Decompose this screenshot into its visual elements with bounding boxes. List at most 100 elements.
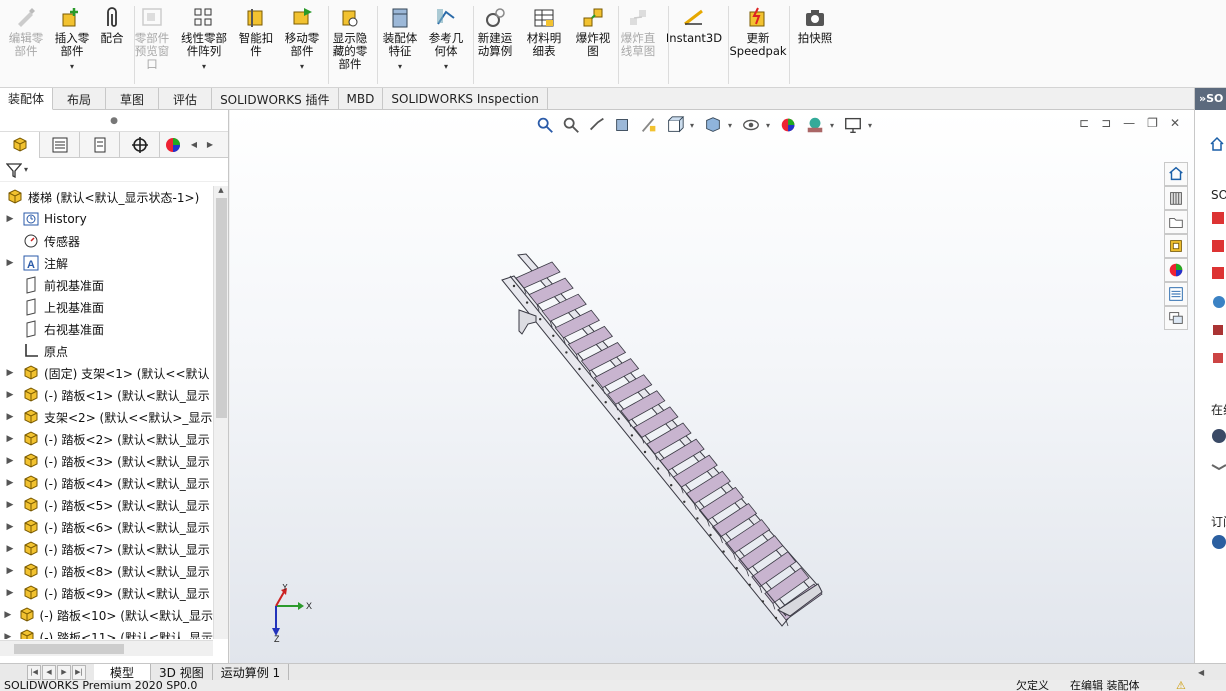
task-pane-scroll[interactable]: ◀ — [1194, 663, 1226, 680]
expand-arrow-icon[interactable]: ▶ — [4, 588, 16, 598]
resource-6-icon[interactable] — [1211, 350, 1226, 366]
ribbon-button-speedpak[interactable]: 更新 Speedpak — [729, 6, 787, 86]
tree-item[interactable]: 传感器 — [0, 230, 213, 252]
tree-horizontal-scrollbar[interactable] — [0, 640, 213, 656]
ribbon-button-show-hidden[interactable]: 显示隐 藏的零 部件 — [322, 6, 378, 86]
panel-grip[interactable]: ● — [0, 110, 228, 132]
scroll-up-icon[interactable]: ▲ — [214, 186, 228, 194]
design-library-button[interactable] — [1164, 186, 1188, 210]
tree-item[interactable]: ▶ (-) 踏板<6> (默认<默认_显示 — [0, 516, 213, 538]
tab-6[interactable]: SOLIDWORKS Inspection — [383, 88, 548, 110]
tree-item[interactable]: ▶ (-) 踏板<8> (默认<默认_显示 — [0, 560, 213, 582]
ribbon-button-bom[interactable]: 材料明 细表 — [516, 6, 572, 86]
expand-arrow-icon[interactable]: ▶ — [4, 478, 16, 488]
expand-arrow-icon[interactable]: ▶ — [4, 610, 12, 620]
tree-item[interactable]: ▶ (-) 踏板<3> (默认<默认_显示 — [0, 450, 213, 472]
resource-2-icon[interactable] — [1211, 238, 1226, 254]
tree-item[interactable]: 上视基准面 — [0, 296, 213, 318]
subscription-globe-icon[interactable] — [1211, 534, 1226, 550]
ribbon-button-camera[interactable]: 拍快照 — [787, 6, 843, 86]
tab-3[interactable]: 评估 — [159, 88, 213, 110]
bottom-tab-0[interactable]: 模型 — [94, 663, 152, 681]
expand-arrow-icon[interactable]: ▶ — [4, 390, 16, 400]
bottom-tab-1[interactable]: 3D 视图 — [151, 663, 213, 681]
tree-item[interactable]: ▶ (-) 踏板<10> (默认<默认_显示 — [0, 604, 213, 626]
ribbon-button-component-preview[interactable]: 零部件 预览窗 口 — [124, 6, 180, 86]
expand-arrow-icon[interactable]: ▶ — [4, 368, 16, 378]
dropdown-arrow-icon[interactable]: ▾ — [398, 60, 402, 73]
dropdown-arrow-icon[interactable]: ▾ — [444, 60, 448, 73]
file-explorer-button[interactable] — [1164, 210, 1188, 234]
feature-manager-tab[interactable] — [0, 132, 40, 158]
ribbon-button-linear-pattern[interactable]: 线性零部 件阵列 ▾ — [176, 6, 232, 86]
tree-item[interactable]: ▶ (-) 踏板<5> (默认<默认_显示 — [0, 494, 213, 516]
next-tab-icon[interactable]: ▶ — [57, 664, 71, 680]
tree-item[interactable]: ▶ History — [0, 208, 213, 230]
tree-filter[interactable]: ▾ — [0, 158, 228, 182]
tree-item[interactable]: 前视基准面 — [0, 274, 213, 296]
tab-1[interactable]: 布局 — [53, 88, 107, 110]
appearances-button[interactable] — [1164, 258, 1188, 282]
tree-item[interactable]: 右视基准面 — [0, 318, 213, 340]
ribbon-button-instant3d[interactable]: Instant3D — [666, 6, 722, 86]
bottom-tab-2[interactable]: 运动算例 1 — [213, 663, 290, 681]
tree-item[interactable]: ▶ (固定) 支架<1> (默认<<默认 — [0, 362, 213, 384]
tab-5[interactable]: MBD — [339, 88, 384, 110]
tree-vertical-scrollbar[interactable]: ▲ — [213, 186, 228, 639]
tree-item[interactable]: ▶ (-) 踏板<7> (默认<默认_显示 — [0, 538, 213, 560]
tree-root[interactable]: 楼梯 (默认<默认_显示状态-1>) — [0, 186, 213, 208]
tab-2[interactable]: 草图 — [106, 88, 160, 110]
dropdown-arrow-icon[interactable]: ▾ — [300, 60, 304, 73]
prev-tab-icon[interactable]: ◀ — [42, 664, 56, 680]
forum-button[interactable] — [1164, 306, 1188, 330]
first-tab-icon[interactable]: |◀ — [27, 664, 41, 680]
expand-arrow-icon[interactable]: ▶ — [4, 522, 16, 532]
scroll-thumb[interactable] — [216, 198, 227, 418]
tree-item[interactable]: ▶ A 注解 — [0, 252, 213, 274]
resource-5-icon[interactable] — [1211, 322, 1226, 338]
tab-4[interactable]: SOLIDWORKS 插件 — [212, 88, 339, 110]
expand-arrow-icon[interactable]: ▶ — [4, 434, 16, 444]
tree-item[interactable]: ▶ 支架<2> (默认<<默认>_显示 — [0, 406, 213, 428]
tree-item[interactable]: ▶ (-) 踏板<11> (默认<默认_显示 — [0, 626, 213, 639]
tree-item[interactable]: ▶ (-) 踏板<4> (默认<默认_显示 — [0, 472, 213, 494]
resource-3-icon[interactable] — [1211, 265, 1226, 281]
expand-arrow-icon[interactable]: ▶ — [4, 456, 16, 466]
configuration-manager-tab[interactable] — [80, 132, 120, 158]
tree-item[interactable]: ▶ (-) 踏板<1> (默认<默认_显示 — [0, 384, 213, 406]
ribbon-button-new-motion-study[interactable]: 新建运 动算例 — [467, 6, 523, 86]
tree-item[interactable]: ▶ (-) 踏板<9> (默认<默认_显示 — [0, 582, 213, 604]
h-scroll-thumb[interactable] — [14, 644, 124, 654]
task-pane-header[interactable]: »SO — [1195, 88, 1226, 110]
expand-arrow-icon[interactable]: ▶ — [4, 544, 16, 554]
resource-1-icon[interactable] — [1211, 210, 1226, 226]
expand-arrow-icon[interactable]: ▶ — [4, 632, 12, 639]
dropdown-arrow-icon[interactable]: ▾ — [202, 60, 206, 73]
tree-item[interactable]: ▶ (-) 踏板<2> (默认<默认_显示 — [0, 428, 213, 450]
expand-arrow-icon[interactable]: ▶ — [4, 412, 16, 422]
last-tab-icon[interactable]: ▶| — [72, 664, 86, 680]
expand-arrow-icon[interactable]: ▶ — [4, 258, 16, 268]
view-palette-button[interactable] — [1164, 234, 1188, 258]
ribbon-button-reference-geometry[interactable]: 参考几 何体 ▾ — [418, 6, 474, 86]
online-globe-icon[interactable] — [1211, 428, 1226, 444]
resource-4-icon[interactable] — [1211, 294, 1226, 310]
display-manager-tab[interactable] — [160, 132, 186, 158]
tab-scroll-right-icon[interactable]: ▶ — [202, 132, 218, 157]
handshake-icon[interactable] — [1211, 458, 1226, 474]
expand-arrow-icon[interactable]: ▶ — [4, 214, 16, 224]
home-icon[interactable] — [1209, 136, 1225, 152]
staircase-model[interactable] — [230, 110, 1194, 663]
dimxpert-tab[interactable] — [120, 132, 160, 158]
graphics-area[interactable]: ▾ ▾ ▾ ▾ ▾ ⊏ ⊐ — ❐ ✕ X Y Z — [230, 110, 1194, 663]
tab-0[interactable]: 装配体 — [0, 88, 54, 110]
dropdown-arrow-icon[interactable]: ▾ — [70, 60, 74, 73]
expand-arrow-icon[interactable]: ▶ — [4, 566, 16, 576]
tab-scroll-left-icon[interactable]: ◀ — [186, 132, 202, 157]
custom-properties-button[interactable] — [1164, 282, 1188, 306]
rebuild-warning-icon[interactable]: ⚠ — [1176, 680, 1186, 691]
tree-item[interactable]: 原点 — [0, 340, 213, 362]
property-manager-tab[interactable] — [40, 132, 80, 158]
home-view-button[interactable] — [1164, 162, 1188, 186]
expand-arrow-icon[interactable]: ▶ — [4, 500, 16, 510]
